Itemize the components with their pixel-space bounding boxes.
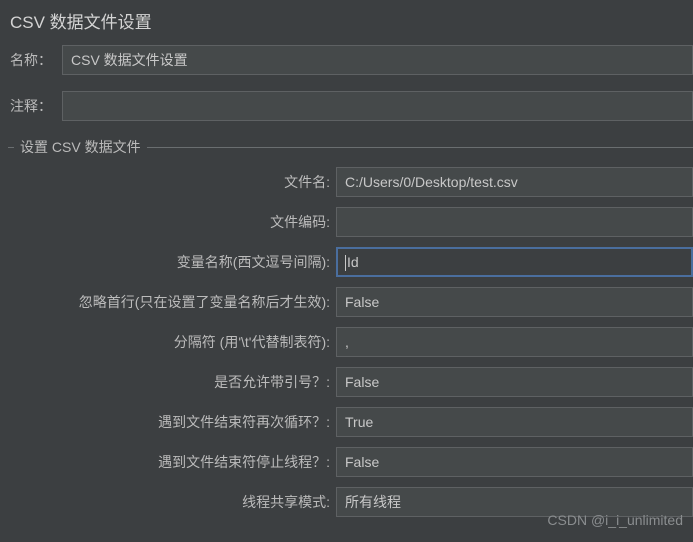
setting-row: 遇到文件结束符再次循环？: — [10, 407, 693, 437]
page-title: CSV 数据文件设置 — [0, 0, 693, 45]
setting-row: 文件编码: — [10, 207, 693, 237]
setting-input[interactable] — [336, 287, 693, 317]
setting-input[interactable] — [336, 407, 693, 437]
name-row: 名称： — [10, 45, 693, 75]
comment-input[interactable] — [62, 91, 693, 121]
setting-label: 文件编码: — [10, 212, 336, 232]
comment-label: 注释： — [10, 96, 62, 116]
setting-value-text: Id — [347, 254, 359, 270]
setting-label: 分隔符 (用'\t'代替制表符): — [10, 332, 336, 352]
group-body: 文件名: 文件编码: 变量名称(西文逗号间隔): Id 忽略首行(只在设置了变量名称后才… — [0, 163, 693, 517]
setting-input[interactable] — [336, 207, 693, 237]
setting-label: 遇到文件结束符停止线程？: — [10, 452, 336, 472]
settings-group: 设置 CSV 数据文件 文件名: 文件编码: 变量名称(西文逗号间隔): Id 忽略首行… — [0, 137, 693, 517]
setting-row: 文件名: — [10, 167, 693, 197]
top-fields: 名称： 注释： — [0, 45, 693, 121]
setting-label: 忽略首行(只在设置了变量名称后才生效): — [10, 292, 336, 312]
divider-right — [147, 147, 693, 148]
divider-left — [8, 147, 14, 148]
setting-input[interactable] — [336, 167, 693, 197]
setting-row: 分隔符 (用'\t'代替制表符): — [10, 327, 693, 357]
group-header: 设置 CSV 数据文件 — [0, 137, 693, 157]
setting-row: 是否允许带引号？: — [10, 367, 693, 397]
setting-label: 变量名称(西文逗号间隔): — [10, 252, 336, 272]
setting-label: 遇到文件结束符再次循环？: — [10, 412, 336, 432]
setting-row: 忽略首行(只在设置了变量名称后才生效): — [10, 287, 693, 317]
setting-input[interactable]: Id — [336, 247, 693, 277]
text-cursor — [345, 255, 346, 271]
setting-input[interactable] — [336, 327, 693, 357]
watermark: CSDN @i_i_unlimited — [547, 512, 683, 528]
group-legend: 设置 CSV 数据文件 — [18, 137, 143, 157]
setting-label: 是否允许带引号？: — [10, 372, 336, 392]
comment-row: 注释： — [10, 91, 693, 121]
setting-input[interactable] — [336, 447, 693, 477]
setting-input[interactable] — [336, 367, 693, 397]
setting-row: 遇到文件结束符停止线程？: — [10, 447, 693, 477]
setting-row: 变量名称(西文逗号间隔): Id — [10, 247, 693, 277]
name-input[interactable] — [62, 45, 693, 75]
setting-label: 线程共享模式: — [10, 492, 336, 512]
name-label: 名称： — [10, 50, 62, 70]
setting-label: 文件名: — [10, 172, 336, 192]
